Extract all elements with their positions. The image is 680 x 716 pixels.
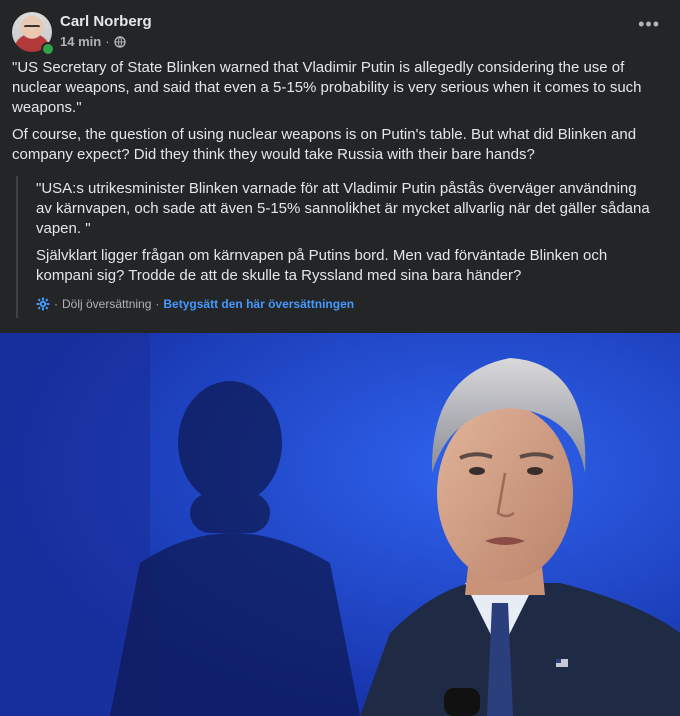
post-timestamp[interactable]: 14 min (60, 34, 101, 49)
translation-text: "USA:s utrikesminister Blinken varnade f… (36, 179, 656, 293)
hide-translation-link[interactable]: Dölj översättning (62, 297, 151, 311)
footer-separator: · (155, 297, 160, 311)
post-paragraph: "US Secretary of State Blinken warned th… (12, 59, 642, 116)
translation-paragraph: Självklart ligger frågan om kärnvapen på… (36, 247, 608, 284)
post-card: Carl Norberg 14 min · ••• "US Secretary … (0, 0, 680, 716)
meta-separator: · (105, 34, 110, 49)
avatar-glasses (24, 25, 40, 31)
footer-separator: · (54, 297, 58, 311)
post-photo[interactable] (0, 333, 680, 716)
post-body: "US Secretary of State Blinken warned th… (12, 58, 662, 172)
translation-block: "USA:s utrikesminister Blinken varnade f… (16, 176, 662, 318)
rate-translation-link[interactable]: Betygsätt den här översättningen (163, 297, 354, 311)
post-paragraph: Of course, the question of using nuclear… (12, 126, 637, 163)
translation-footer: · Dölj översättning · Betygsätt den här … (36, 297, 354, 311)
author-name[interactable]: Carl Norberg (60, 13, 152, 30)
gear-icon[interactable] (36, 297, 50, 311)
photo-illustration (0, 333, 680, 716)
globe-icon (113, 35, 126, 48)
translation-paragraph: "USA:s utrikesminister Blinken varnade f… (36, 180, 650, 237)
post-header: Carl Norberg 14 min · ••• (12, 10, 668, 56)
more-options-icon[interactable]: ••• (638, 15, 660, 33)
online-status-badge (41, 42, 55, 56)
post-meta: 14 min · (60, 34, 126, 49)
